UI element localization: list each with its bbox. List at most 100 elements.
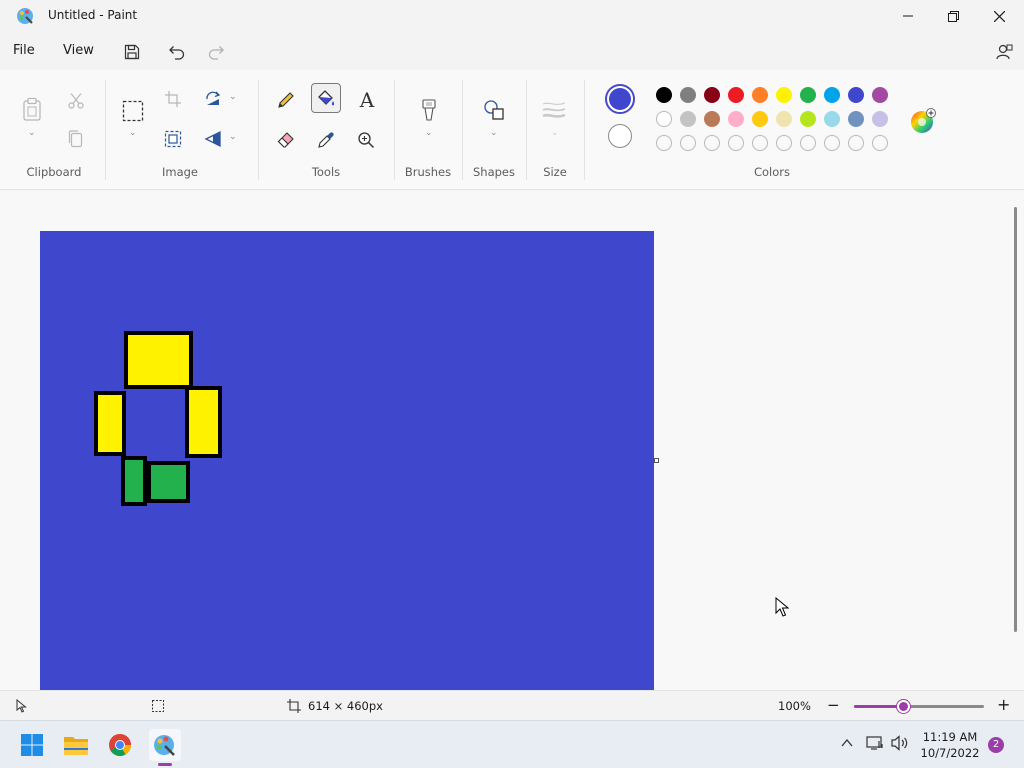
save-button[interactable]: [120, 41, 144, 63]
color-swatch[interactable]: [752, 111, 768, 127]
share-button[interactable]: [992, 41, 1016, 63]
color-swatch[interactable]: [776, 111, 792, 127]
rectangle-select-icon: [122, 100, 144, 122]
size-button[interactable]: [541, 98, 567, 122]
volume-button[interactable]: [891, 735, 909, 755]
ribbon-divider: [394, 80, 395, 180]
select-chevron-icon[interactable]: ⌄: [129, 128, 137, 138]
pencil-tool[interactable]: [273, 87, 299, 113]
vertical-scrollbar[interactable]: [1014, 207, 1017, 632]
zoom-slider-thumb[interactable]: [897, 700, 911, 713]
color-swatch[interactable]: [800, 111, 816, 127]
canvas-resize-handle[interactable]: [654, 458, 659, 463]
paint-icon: [154, 735, 175, 756]
color-swatch[interactable]: [848, 87, 864, 103]
custom-color-slot[interactable]: [728, 135, 744, 151]
show-hidden-icons-button[interactable]: [840, 735, 854, 754]
minimize-button[interactable]: [885, 0, 931, 32]
view-menu[interactable]: View: [63, 43, 94, 58]
color-swatch[interactable]: [680, 87, 696, 103]
chrome-button[interactable]: [104, 729, 136, 761]
image-group-label: Image: [161, 165, 199, 179]
folder-icon: [64, 737, 88, 755]
text-tool[interactable]: A: [354, 87, 380, 113]
paint-app-icon: [17, 8, 33, 24]
color-swatch[interactable]: [848, 111, 864, 127]
color-picker-tool[interactable]: [313, 127, 339, 153]
close-button[interactable]: [976, 0, 1022, 32]
color-swatch[interactable]: [728, 111, 744, 127]
color-swatch[interactable]: [728, 87, 744, 103]
colors-group-label: Colors: [753, 165, 791, 179]
save-icon: [124, 44, 140, 60]
crop-button[interactable]: [162, 88, 184, 110]
paint-taskbar-button[interactable]: [149, 729, 181, 761]
file-explorer-button[interactable]: [60, 729, 92, 761]
color-swatch[interactable]: [776, 87, 792, 103]
mouse-cursor-icon: [775, 597, 789, 617]
shapes-chevron-icon[interactable]: ⌄: [490, 128, 498, 138]
custom-color-slot[interactable]: [752, 135, 768, 151]
color-swatch[interactable]: [800, 87, 816, 103]
clipboard-group-label: Clipboard: [26, 165, 82, 179]
color-swatch[interactable]: [752, 87, 768, 103]
color-swatch[interactable]: [872, 111, 888, 127]
restore-button[interactable]: [930, 0, 976, 32]
redo-button[interactable]: [204, 41, 228, 63]
color-swatch[interactable]: [656, 111, 672, 127]
fill-tool[interactable]: [311, 83, 341, 113]
ribbon-divider: [526, 80, 527, 180]
brushes-button[interactable]: [416, 96, 442, 126]
custom-color-slot[interactable]: [776, 135, 792, 151]
start-button[interactable]: [16, 729, 48, 761]
drawing-canvas[interactable]: [40, 231, 654, 690]
yellow-rectangle-top: [124, 331, 193, 389]
color-swatch[interactable]: [704, 87, 720, 103]
resize-button[interactable]: [162, 128, 184, 150]
system-clock[interactable]: 11:19 AM 10/7/2022: [920, 729, 980, 761]
undo-button[interactable]: [165, 41, 189, 63]
windows-logo-icon: [21, 734, 43, 756]
notification-badge[interactable]: 2: [988, 737, 1004, 753]
color-swatch[interactable]: [872, 87, 888, 103]
paste-button[interactable]: [20, 96, 44, 122]
custom-color-slot[interactable]: [824, 135, 840, 151]
custom-color-slot[interactable]: [680, 135, 696, 151]
title-bar: Untitled - Paint: [0, 0, 1024, 32]
rotate-chevron-icon[interactable]: ⌄: [229, 92, 237, 102]
network-icon: [866, 736, 883, 750]
zoom-out-button[interactable]: −: [827, 696, 840, 714]
custom-color-slot[interactable]: [656, 135, 672, 151]
custom-color-slot[interactable]: [704, 135, 720, 151]
zoom-in-button[interactable]: +: [997, 695, 1010, 714]
edit-colors-icon[interactable]: [910, 108, 936, 134]
custom-color-slot[interactable]: [848, 135, 864, 151]
primary-color-swatch[interactable]: [605, 84, 635, 114]
flip-chevron-icon[interactable]: ⌄: [229, 132, 237, 142]
eraser-tool[interactable]: [273, 127, 299, 153]
paste-chevron-icon[interactable]: ⌄: [28, 128, 36, 138]
undo-icon: [169, 46, 185, 60]
copy-button[interactable]: [64, 128, 88, 150]
color-swatch[interactable]: [704, 111, 720, 127]
flip-button[interactable]: [202, 128, 224, 150]
color-swatch[interactable]: [824, 87, 840, 103]
file-menu[interactable]: File: [13, 43, 35, 58]
shapes-button[interactable]: [481, 96, 507, 124]
size-chevron-icon[interactable]: ⌄: [551, 128, 559, 138]
rotate-button[interactable]: [202, 88, 224, 110]
cut-button[interactable]: [64, 90, 88, 112]
secondary-color-swatch[interactable]: [608, 124, 632, 148]
color-swatch[interactable]: [656, 87, 672, 103]
color-swatch[interactable]: [824, 111, 840, 127]
zoom-level-text[interactable]: 100%: [778, 699, 811, 713]
magnifier-tool[interactable]: [353, 127, 379, 153]
color-swatch[interactable]: [680, 111, 696, 127]
chrome-icon: [109, 734, 131, 756]
zoom-slider[interactable]: [854, 700, 984, 713]
network-button[interactable]: [866, 735, 884, 755]
custom-color-slot[interactable]: [872, 135, 888, 151]
custom-color-slot[interactable]: [800, 135, 816, 151]
brushes-chevron-icon[interactable]: ⌄: [425, 128, 433, 138]
select-button[interactable]: [121, 99, 145, 123]
